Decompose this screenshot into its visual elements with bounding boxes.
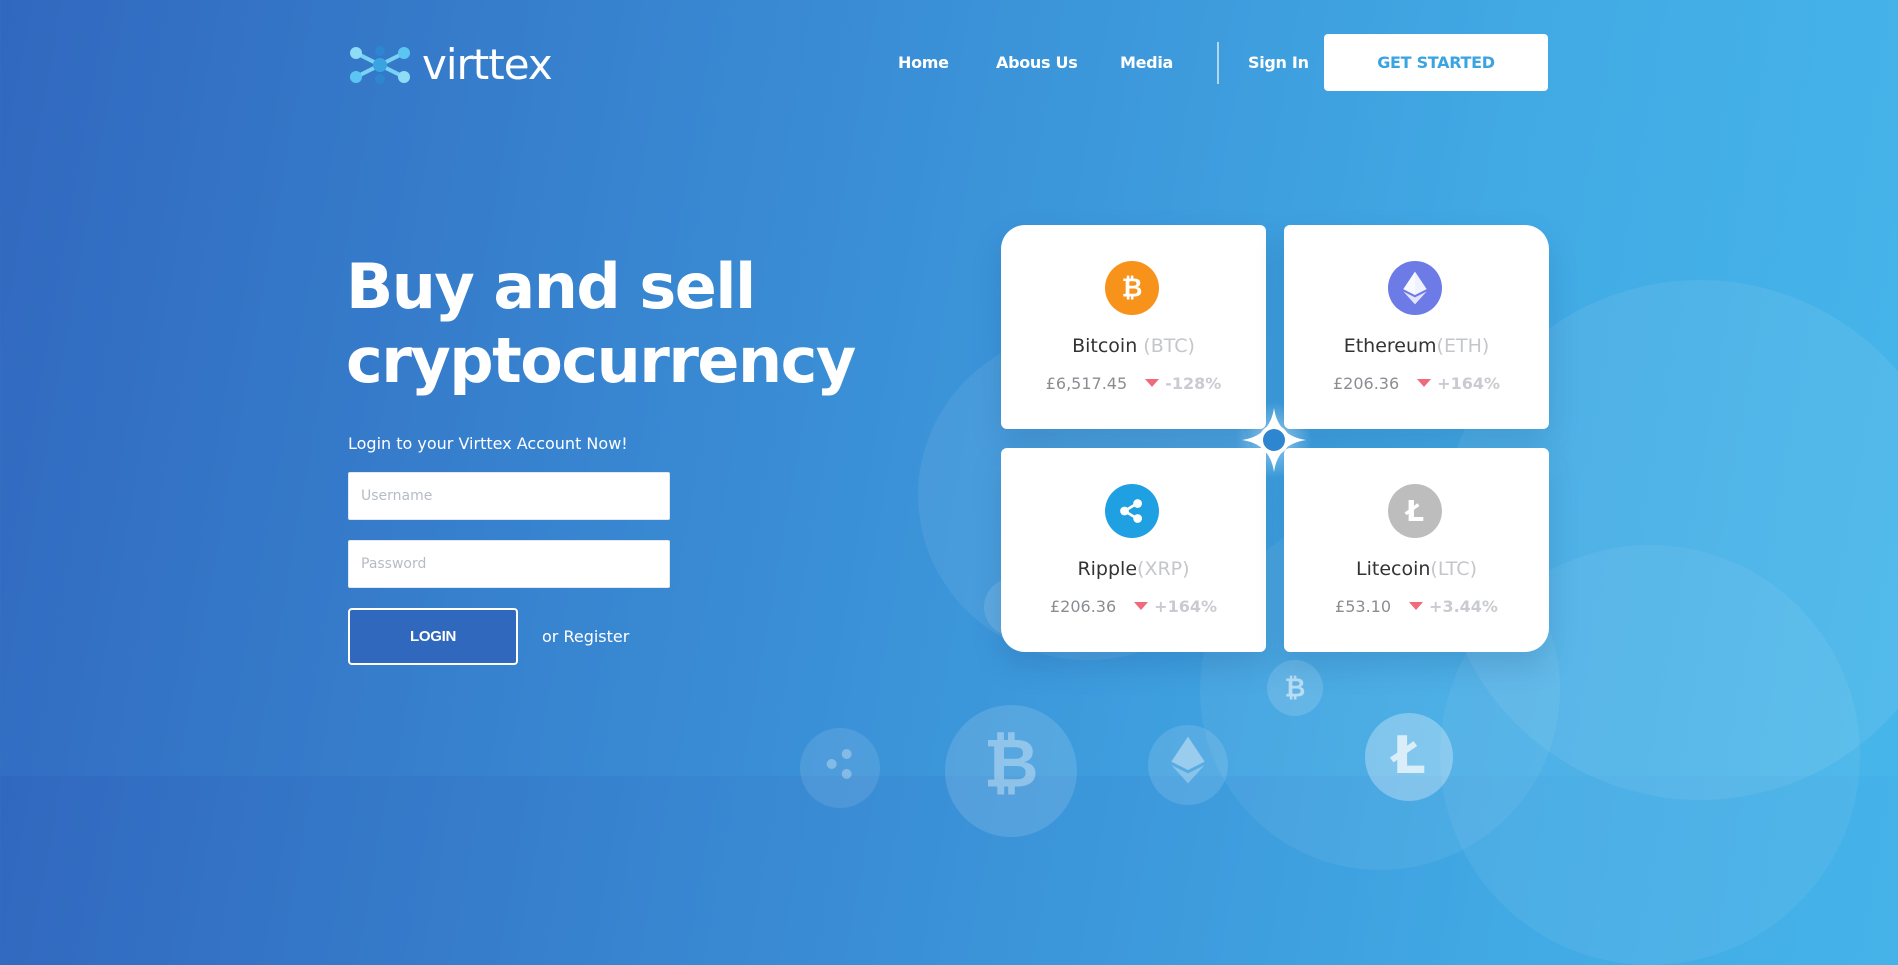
coin-name-text: Ethereum <box>1343 335 1437 357</box>
coin-price: £206.36 <box>1049 597 1117 616</box>
coin-price-row: £53.10 +3.44% <box>1284 597 1549 616</box>
coin-change-value: +164% <box>1154 597 1217 616</box>
coin-change: +3.44% <box>1409 597 1498 616</box>
coin-card-bitcoin[interactable]: ₿ Bitcoin (BTC) £6,517.45 -128% <box>1001 225 1266 429</box>
bitcoin-icon: ₿ <box>1105 261 1159 315</box>
nav-divider <box>1217 42 1219 84</box>
login-button[interactable]: LOGIN <box>348 608 518 665</box>
coin-name: Bitcoin (BTC) <box>1001 335 1266 357</box>
username-input[interactable] <box>348 472 670 520</box>
litecoin-icon: Ł <box>1388 484 1442 538</box>
coin-name: Ethereum(ETH) <box>1284 335 1549 357</box>
down-arrow-icon <box>1417 379 1432 387</box>
brand-name: virttex <box>422 40 553 89</box>
bg-ethereum-icon <box>1148 725 1228 805</box>
coin-card-ripple[interactable]: Ripple(XRP) £206.36 +164% <box>1001 448 1266 652</box>
get-started-button[interactable]: GET STARTED <box>1324 34 1548 91</box>
bg-litecoin-icon: Ł <box>1365 713 1453 801</box>
ethereum-icon <box>1388 261 1442 315</box>
coin-change: -128% <box>1145 374 1221 393</box>
coin-name-text: Ripple <box>1077 558 1138 580</box>
nav-media[interactable]: Media <box>1120 53 1173 72</box>
coin-symbol: (LTC) <box>1430 558 1477 580</box>
coin-price-row: £6,517.45 -128% <box>1001 374 1266 393</box>
coin-name: Litecoin(LTC) <box>1284 558 1549 580</box>
down-arrow-icon <box>1145 379 1160 387</box>
svg-text:₿: ₿ <box>983 724 1038 803</box>
ripple-icon <box>1105 484 1159 538</box>
brand-logo[interactable]: virttex <box>348 40 553 89</box>
coin-price: £53.10 <box>1335 597 1392 616</box>
coin-change: +164% <box>1134 597 1217 616</box>
coin-name-text: Litecoin <box>1356 558 1431 580</box>
svg-text:Ł: Ł <box>1404 495 1424 528</box>
coin-symbol: (BTC) <box>1143 335 1195 357</box>
coin-price: £6,517.45 <box>1045 374 1128 393</box>
hero-title-line: cryptocurrency <box>346 324 856 397</box>
svg-text:Ł: Ł <box>1389 726 1425 785</box>
coin-change: +164% <box>1417 374 1500 393</box>
coin-price-row: £206.36 +164% <box>1001 597 1266 616</box>
register-link[interactable]: or Register <box>542 627 629 646</box>
svg-text:₿: ₿ <box>1285 674 1306 704</box>
down-arrow-icon <box>1134 602 1149 610</box>
svg-text:₿: ₿ <box>1122 274 1143 304</box>
down-arrow-icon <box>1409 602 1424 610</box>
coin-card-litecoin[interactable]: Ł Litecoin(LTC) £53.10 +3.44% <box>1284 448 1549 652</box>
coin-price: £206.36 <box>1332 374 1400 393</box>
coin-change-value: +3.44% <box>1429 597 1498 616</box>
coin-name: Ripple(XRP) <box>1001 558 1266 580</box>
nav-home[interactable]: Home <box>898 53 949 72</box>
coin-price-row: £206.36 +164% <box>1284 374 1549 393</box>
center-star-icon <box>1236 402 1312 478</box>
coin-card-ethereum[interactable]: Ethereum(ETH) £206.36 +164% <box>1284 225 1549 429</box>
hero-title-line: Buy and sell <box>346 250 756 323</box>
coin-change-value: -128% <box>1165 374 1222 393</box>
login-prompt: Login to your Virttex Account Now! <box>348 434 628 453</box>
logo-icon <box>350 45 410 84</box>
bg-ripple-icon <box>800 728 880 808</box>
hero-title: Buy and sell cryptocurrency <box>346 250 856 398</box>
coin-change-value: +164% <box>1437 374 1500 393</box>
coin-symbol: (ETH) <box>1436 335 1490 357</box>
nav-about-us[interactable]: Abous Us <box>996 53 1078 72</box>
password-input[interactable] <box>348 540 670 588</box>
nav-sign-in[interactable]: Sign In <box>1248 53 1309 72</box>
bg-bitcoin-icon: ₿ <box>945 705 1077 837</box>
coin-name-text: Bitcoin <box>1072 335 1144 357</box>
bg-bitcoin-icon: ₿ <box>1267 660 1323 716</box>
coin-symbol: (XRP) <box>1137 558 1190 580</box>
